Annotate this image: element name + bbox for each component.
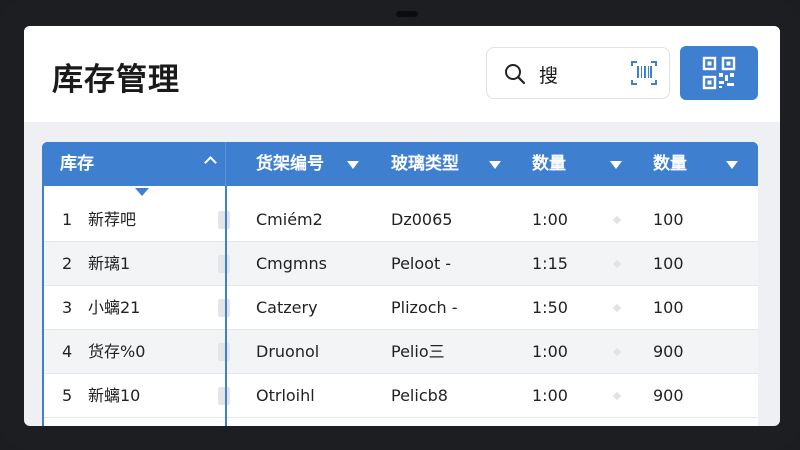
row-handle[interactable] — [218, 299, 230, 317]
quantity: 1:00 — [532, 342, 568, 361]
table-row[interactable]: 1 新荐吧 Cmiém2 Dz0065 1:00 100 — [42, 198, 758, 242]
quantity-2: 900 — [653, 342, 684, 361]
search-value: 搜 — [539, 65, 559, 87]
sort-down-icon — [489, 161, 501, 169]
quantity: 1:15 — [532, 254, 568, 273]
column-header-glass-type[interactable]: 玻璃类型 — [391, 142, 511, 186]
sort-down-icon — [726, 161, 738, 169]
row-marker — [612, 303, 622, 313]
sort-down-icon — [610, 161, 622, 169]
quantity-2: 100 — [653, 298, 684, 317]
shelf-code: Cmgmns — [256, 254, 327, 273]
row-marker — [612, 259, 622, 269]
app-header: 库存管理 搜 — [24, 26, 780, 122]
row-index: 5 — [62, 386, 73, 405]
barcode-scan-icon[interactable] — [630, 60, 658, 86]
column-label: 数量 — [653, 154, 687, 174]
column-header-quantity[interactable]: 数量 — [532, 142, 637, 186]
table-row[interactable]: 2 新璃1 Cmgmns Peloot - 1:15 100 — [42, 242, 758, 286]
row-handle[interactable] — [218, 343, 230, 361]
qr-code-icon — [702, 56, 736, 90]
column-label: 货架编号 — [256, 154, 324, 174]
front-camera — [396, 11, 418, 17]
quantity: 1:00 — [532, 386, 568, 405]
qr-scan-button[interactable] — [680, 46, 758, 100]
quantity-2: 100 — [653, 210, 684, 229]
sort-down-icon — [347, 161, 359, 169]
frozen-column-border — [225, 186, 227, 426]
item-name: 新荐吧 — [88, 210, 137, 229]
quantity-2: 900 — [653, 386, 684, 405]
column-divider — [225, 142, 226, 186]
glass-type: Dz0065 — [391, 210, 453, 229]
item-name: 新璃1 — [88, 254, 131, 273]
app-screen: 库存管理 搜 库存 货架编号 玻璃类型 数量 数量 1 新荐吧 Cmiém2 D… — [24, 26, 780, 426]
row-index: 1 — [62, 210, 73, 229]
quantity: 1:00 — [532, 210, 568, 229]
glass-type: Plizoch - — [391, 298, 458, 317]
column-label: 库存 — [60, 154, 94, 174]
item-name: 新螭10 — [88, 386, 141, 405]
item-name: 货存%0 — [88, 342, 146, 361]
glass-type: Peloot - — [391, 254, 452, 273]
search-icon — [505, 64, 526, 85]
table-row[interactable]: 3 小螭21 Catzery Plizoch - 1:50 100 — [42, 286, 758, 330]
inventory-table: 库存 货架编号 玻璃类型 数量 数量 1 新荐吧 Cmiém2 Dz0065 1… — [42, 142, 758, 426]
row-handle[interactable] — [218, 211, 230, 229]
row-marker — [612, 347, 622, 357]
column-header-shelf[interactable]: 货架编号 — [256, 142, 380, 186]
column-label: 数量 — [532, 154, 566, 174]
tablet-frame: 库存管理 搜 库存 货架编号 玻璃类型 数量 数量 1 新荐吧 Cmiém2 D… — [0, 0, 800, 450]
quantity: 1:50 — [532, 298, 568, 317]
table-header: 库存 货架编号 玻璃类型 数量 数量 — [42, 142, 758, 186]
search-input[interactable]: 搜 — [486, 47, 670, 99]
row-marker — [612, 391, 622, 401]
column-label: 玻璃类型 — [391, 154, 459, 174]
row-index: 3 — [62, 298, 73, 317]
shelf-code: Otrloihl — [256, 386, 315, 405]
row-index: 4 — [62, 342, 73, 361]
glass-type: Pelio三 — [391, 342, 445, 361]
column-header-inventory[interactable]: 库存 — [60, 142, 220, 186]
row-handle[interactable] — [218, 387, 230, 405]
dropdown-pointer — [135, 188, 149, 196]
page-title: 库存管理 — [52, 62, 180, 98]
quantity-2: 100 — [653, 254, 684, 273]
item-name: 小螭21 — [88, 298, 141, 317]
shelf-code: Cmiém2 — [256, 210, 323, 229]
table-row[interactable]: 5 新螭10 Otrloihl Pelicb8 1:00 900 — [42, 374, 758, 418]
shelf-code: Druonol — [256, 342, 320, 361]
table-row[interactable]: 4 货存%0 Druonol Pelio三 1:00 900 — [42, 330, 758, 374]
row-index: 2 — [62, 254, 73, 273]
sort-up-icon — [204, 156, 217, 169]
shelf-code: Catzery — [256, 298, 318, 317]
row-marker — [612, 215, 622, 225]
glass-type: Pelicb8 — [391, 386, 448, 405]
column-header-quantity-2[interactable]: 数量 — [653, 142, 753, 186]
frozen-column-border — [42, 186, 44, 426]
row-handle[interactable] — [218, 255, 230, 273]
